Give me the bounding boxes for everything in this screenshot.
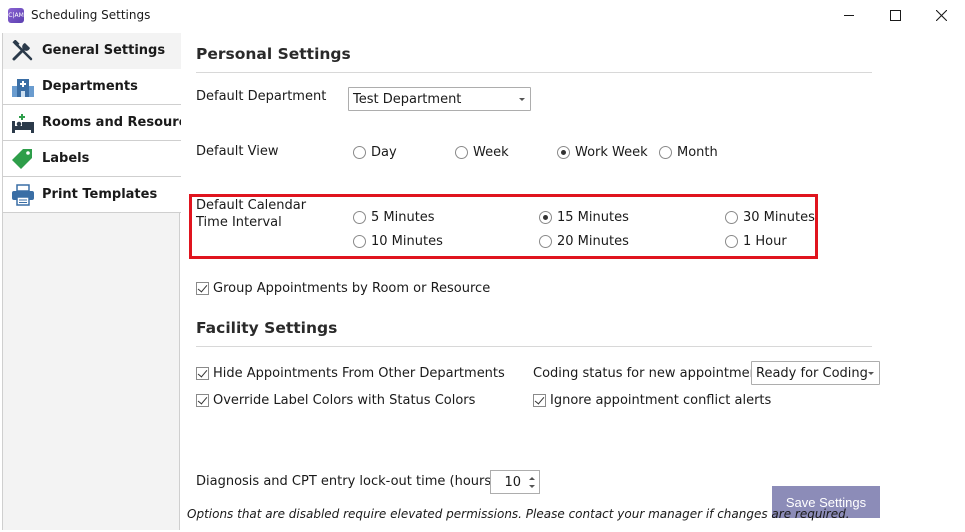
default-view-label: Default View [196, 144, 279, 159]
title-bar: C|AM Scheduling Settings [0, 0, 965, 31]
coding-status-dropdown[interactable]: Ready for Coding [751, 361, 880, 385]
radio-label: 10 Minutes [371, 234, 443, 249]
radio-label: 15 Minutes [557, 210, 629, 225]
bed-icon [12, 114, 34, 133]
chevron-down-icon[interactable] [529, 485, 535, 488]
sidebar-item-label: General Settings [42, 43, 166, 58]
checkbox-label: Group Appointments by Room or Resource [213, 281, 491, 296]
view-radio-day[interactable]: Day [353, 145, 397, 160]
radio-indicator [659, 146, 672, 159]
coding-status-label: Coding status for new appointments [533, 366, 770, 381]
sidebar-item-labels[interactable]: Labels [3, 141, 181, 177]
radio-label: Work Week [575, 145, 648, 160]
section-divider [196, 346, 872, 347]
permissions-note: Options that are disabled require elevat… [187, 507, 850, 521]
sidebar-item-print-templates[interactable]: Print Templates [3, 177, 181, 213]
interval-radio-1-hour[interactable]: 1 Hour [725, 234, 787, 249]
close-icon [935, 10, 947, 21]
view-radio-week[interactable]: Week [455, 145, 509, 160]
maximize-button[interactable] [872, 0, 918, 31]
section-divider [196, 72, 872, 73]
interval-radio-15-minutes[interactable]: 15 Minutes [539, 210, 629, 225]
checkbox-indicator [196, 367, 209, 380]
tag-icon [12, 149, 32, 169]
radio-indicator [539, 211, 552, 224]
minimize-icon [843, 15, 854, 16]
time-interval-label-line2: Time Interval [196, 215, 282, 230]
hide-appointments-checkbox[interactable]: Hide Appointments From Other Departments [196, 366, 505, 381]
app-logo-icon: C|AM [8, 8, 24, 23]
radio-label: Day [371, 145, 397, 160]
lockout-time-value: 10 [504, 475, 521, 490]
settings-panel: Personal Settings Default Department Tes… [181, 31, 965, 532]
sidebar-item-label: Rooms and Resources [42, 115, 203, 130]
radio-indicator [539, 235, 552, 248]
window-title: Scheduling Settings [31, 8, 151, 22]
default-department-value: Test Department [353, 92, 462, 107]
sidebar-item-departments[interactable]: Departments [3, 69, 181, 105]
radio-indicator [557, 146, 570, 159]
sidebar: General Settings Departments Rooms and R… [2, 33, 203, 530]
radio-indicator [353, 146, 366, 159]
checkbox-label: Override Label Colors with Status Colors [213, 393, 476, 408]
radio-indicator [353, 235, 366, 248]
radio-indicator [455, 146, 468, 159]
checkbox-indicator [533, 394, 546, 407]
chevron-down-icon [868, 372, 874, 375]
sidebar-item-label: Print Templates [42, 187, 158, 202]
view-radio-month[interactable]: Month [659, 145, 718, 160]
lockout-time-label: Diagnosis and CPT entry lock-out time (h… [196, 474, 497, 489]
printer-icon [12, 184, 34, 206]
checkbox-indicator [196, 282, 209, 295]
sidebar-item-rooms-and-resources[interactable]: Rooms and Resources [3, 105, 203, 141]
personal-settings-heading: Personal Settings [196, 45, 351, 63]
coding-status-value: Ready for Coding [756, 366, 868, 381]
minimize-button[interactable] [826, 0, 872, 31]
radio-label: Week [473, 145, 509, 160]
radio-label: 20 Minutes [557, 234, 629, 249]
facility-settings-heading: Facility Settings [196, 319, 338, 337]
radio-label: 1 Hour [743, 234, 787, 249]
maximize-icon [889, 10, 901, 21]
radio-indicator [353, 211, 366, 224]
default-department-label: Default Department [196, 89, 327, 104]
radio-indicator [725, 211, 738, 224]
interval-radio-10-minutes[interactable]: 10 Minutes [353, 234, 443, 249]
radio-indicator [725, 235, 738, 248]
time-interval-label-line1: Default Calendar [196, 198, 307, 213]
chevron-up-icon[interactable] [529, 477, 535, 480]
interval-radio-5-minutes[interactable]: 5 Minutes [353, 210, 435, 225]
sidebar-item-label: Labels [42, 151, 90, 166]
sidebar-item-general-settings[interactable]: General Settings [3, 33, 181, 69]
hospital-icon [12, 79, 34, 97]
checkbox-indicator [196, 394, 209, 407]
default-department-dropdown[interactable]: Test Department [348, 87, 531, 111]
group-appointments-checkbox[interactable]: Group Appointments by Room or Resource [196, 281, 490, 296]
interval-radio-20-minutes[interactable]: 20 Minutes [539, 234, 629, 249]
checkbox-label: Ignore appointment conflict alerts [550, 393, 772, 408]
override-colors-checkbox[interactable]: Override Label Colors with Status Colors [196, 393, 475, 408]
radio-label: 30 Minutes [743, 210, 815, 225]
radio-label: Month [677, 145, 718, 160]
interval-radio-30-minutes[interactable]: 30 Minutes [725, 210, 815, 225]
checkbox-label: Hide Appointments From Other Departments [213, 366, 505, 381]
sidebar-item-label: Departments [42, 79, 138, 94]
chevron-down-icon [519, 98, 525, 101]
ignore-conflicts-checkbox[interactable]: Ignore appointment conflict alerts [533, 393, 771, 408]
tools-icon [12, 40, 33, 61]
lockout-time-stepper[interactable]: 10 [490, 470, 540, 494]
close-button[interactable] [918, 0, 964, 31]
view-radio-work-week[interactable]: Work Week [557, 145, 648, 160]
radio-label: 5 Minutes [371, 210, 435, 225]
